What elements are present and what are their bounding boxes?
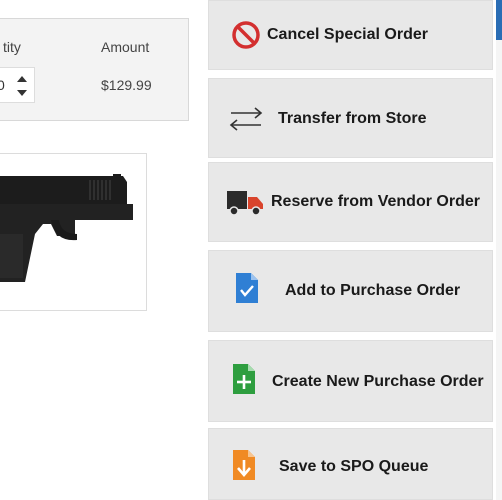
truck-icon: [227, 191, 263, 216]
cancel-icon: [232, 21, 260, 49]
transfer-from-store-label: Transfer from Store: [278, 110, 427, 127]
transfer-from-store-button[interactable]: Transfer from Store: [208, 78, 493, 158]
stepper-arrows-icon[interactable]: [16, 73, 28, 99]
save-to-spo-queue-label: Save to SPO Queue: [279, 458, 429, 475]
document-add-icon: [233, 364, 255, 394]
quantity-header: tity: [3, 39, 21, 55]
create-new-purchase-order-button[interactable]: Create New Purchase Order: [208, 340, 493, 422]
special-order-actions-panel: Cancel Special Order Transfer from Store…: [205, 0, 502, 500]
document-check-icon: [236, 273, 258, 303]
quantity-stepper[interactable]: 0: [0, 67, 35, 103]
accent-edge: [496, 0, 502, 40]
cancel-special-order-button[interactable]: Cancel Special Order: [208, 0, 493, 70]
document-download-icon: [233, 450, 255, 480]
reserve-from-vendor-order-button[interactable]: Reserve from Vendor Order: [208, 162, 493, 242]
scroll-edge: [496, 0, 502, 500]
create-new-purchase-order-label: Create New Purchase Order: [272, 373, 484, 390]
add-to-purchase-order-label: Add to Purchase Order: [285, 282, 461, 299]
reserve-from-vendor-order-label: Reserve from Vendor Order: [271, 193, 480, 210]
save-to-spo-queue-button[interactable]: Save to SPO Queue: [208, 428, 493, 500]
handgun-image: [0, 174, 133, 282]
order-line-panel: tity Amount 0 $129.99: [0, 18, 189, 121]
transfer-arrows-icon: [229, 107, 263, 131]
amount-header: Amount: [101, 39, 150, 55]
cancel-special-order-label: Cancel Special Order: [267, 26, 428, 43]
amount-value: $129.99: [101, 77, 152, 93]
add-to-purchase-order-button[interactable]: Add to Purchase Order: [208, 250, 493, 332]
quantity-value: 0: [0, 77, 5, 93]
product-image-card: [0, 153, 147, 311]
